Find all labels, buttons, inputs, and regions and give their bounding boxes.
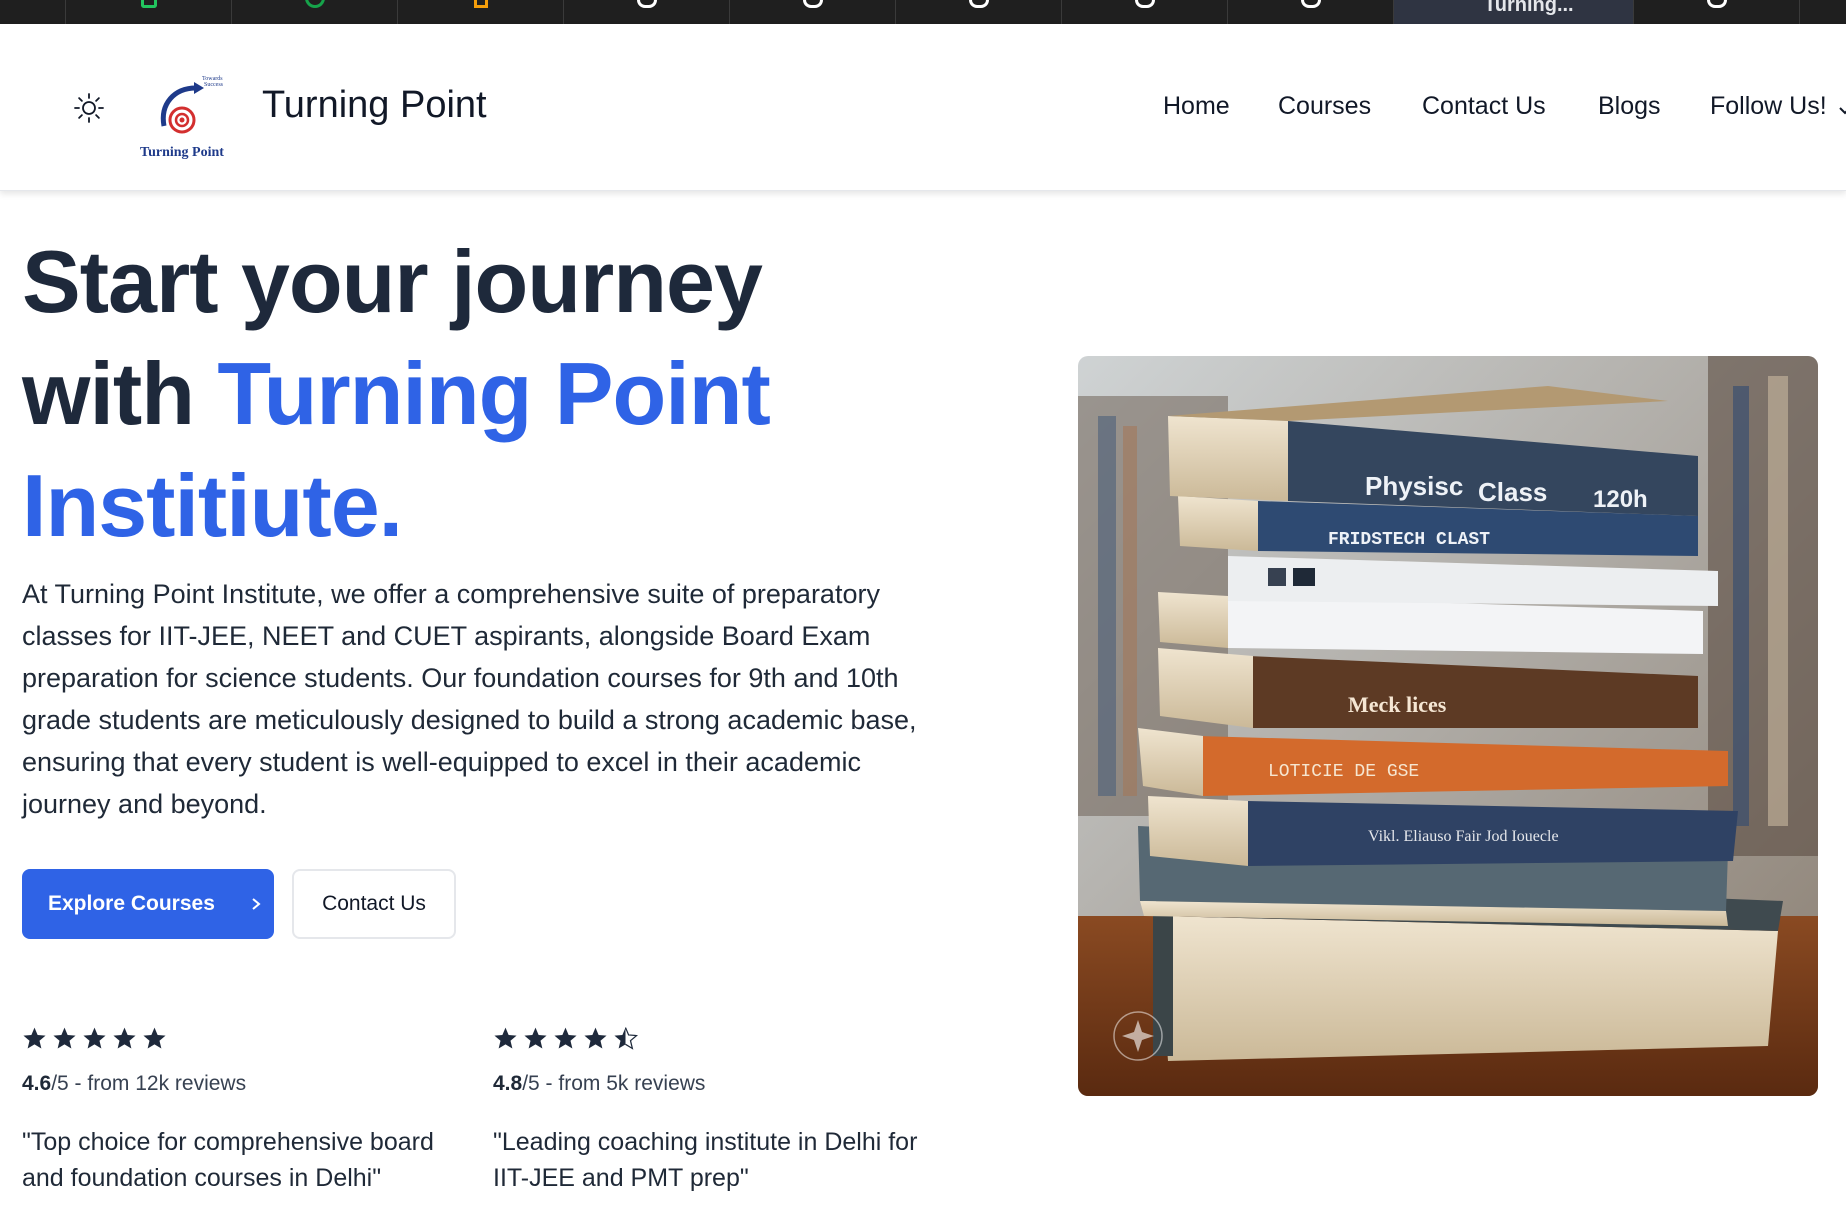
site-title[interactable]: Turning Point <box>262 84 487 127</box>
star-icon <box>584 1027 607 1049</box>
hero-books-image: Vikl. Eliauso Fair Jod Iouecle LOTICIE D… <box>1078 356 1818 1096</box>
hero-title-line2-prefix: with <box>22 344 218 443</box>
rating-summary: 4.6/5 - from 12k reviews <box>22 1072 482 1096</box>
nav-courses[interactable]: Courses <box>1278 92 1371 121</box>
browser-tab[interactable] <box>1228 0 1394 24</box>
book-spine-label: FRIDSTECH CLAST <box>1328 530 1490 550</box>
browser-tab[interactable] <box>66 0 232 24</box>
book-spine-label: Physisc <box>1365 471 1463 501</box>
book-spine-label: LOTICIE DE GSE <box>1268 762 1419 782</box>
star-icon <box>23 1027 46 1049</box>
tab-favicon-icon <box>968 0 989 8</box>
explore-courses-button[interactable]: Explore Courses <box>22 869 274 939</box>
star-icon <box>143 1027 166 1049</box>
browser-tab[interactable] <box>398 0 564 24</box>
review-block: 4.6/5 - from 12k reviews "Top choice for… <box>22 1026 482 1196</box>
contact-us-label: Contact Us <box>322 892 426 915</box>
browser-tab-title: Turning... <box>1484 0 1574 16</box>
hero-title-line1: Start your journey <box>22 232 763 331</box>
rating-source: - from 12k reviews <box>68 1072 247 1095</box>
book-spine-label: Class <box>1478 477 1547 507</box>
tab-favicon-icon <box>473 0 488 8</box>
review-quote: "Leading coaching institute in Delhi for… <box>493 1128 918 1192</box>
tab-favicon-icon <box>140 0 157 8</box>
review-quote: "Top choice for comprehensive board and … <box>22 1128 434 1192</box>
browser-tab-strip: Turning... <box>0 0 1846 24</box>
book-spine-label: Vikl. Eliauso Fair Jod Iouecle <box>1368 828 1559 845</box>
rating-value: 4.8 <box>493 1072 523 1095</box>
star-icon <box>524 1027 547 1049</box>
rating-value: 4.6 <box>22 1072 52 1095</box>
star-icon <box>83 1027 106 1049</box>
browser-tab[interactable] <box>232 0 398 24</box>
browser-tab[interactable] <box>1634 0 1800 24</box>
browser-tab[interactable] <box>564 0 730 24</box>
browser-tab-active[interactable]: Turning... <box>1394 0 1634 24</box>
sun-icon[interactable] <box>73 92 105 124</box>
tab-favicon-icon <box>802 0 823 8</box>
hero-description: At Turning Point Institute, we offer a c… <box>22 579 917 819</box>
tab-favicon-icon <box>1134 0 1155 8</box>
tab-favicon-icon <box>304 0 325 8</box>
star-icon <box>113 1027 136 1049</box>
nav-home[interactable]: Home <box>1163 92 1230 121</box>
tab-favicon-icon <box>1706 0 1727 8</box>
hero-title-highlight: Turning Point <box>217 344 770 443</box>
star-icon <box>554 1027 577 1049</box>
nav-follow-us[interactable]: Follow Us! <box>1710 92 1827 121</box>
rating-summary: 4.8/5 - from 5k reviews <box>493 1072 953 1096</box>
browser-tab[interactable] <box>1062 0 1228 24</box>
hero-title: Start your journey with Turning Point In… <box>22 226 771 562</box>
contact-us-button[interactable]: Contact Us <box>292 869 456 939</box>
browser-tab[interactable] <box>896 0 1062 24</box>
star-rating <box>493 1026 953 1054</box>
browser-tab[interactable] <box>730 0 896 24</box>
tab-favicon-icon <box>636 0 657 8</box>
book-spine-label: Meck lices <box>1348 692 1447 717</box>
rating-scale: /5 <box>51 1072 69 1095</box>
nav-blogs[interactable]: Blogs <box>1598 92 1661 121</box>
chevron-right-icon <box>252 898 261 910</box>
star-icon <box>53 1027 76 1049</box>
nav-contact-us[interactable]: Contact Us <box>1422 92 1546 121</box>
star-rating <box>22 1026 482 1054</box>
turning-point-logo[interactable]: Towards Success Turning Point <box>134 68 230 164</box>
svg-text:Success: Success <box>204 82 224 88</box>
book-spine-label: 120h <box>1593 486 1648 513</box>
svg-text:Turning Point: Turning Point <box>140 145 224 160</box>
stacked-books-illustration: Vikl. Eliauso Fair Jod Iouecle LOTICIE D… <box>1078 356 1818 1096</box>
star-half-icon <box>614 1027 638 1050</box>
chevron-down-icon[interactable] <box>1838 104 1846 118</box>
explore-courses-label: Explore Courses <box>48 892 215 915</box>
site-header: Towards Success Turning Point Turning Po… <box>0 24 1846 191</box>
browser-tab[interactable] <box>0 0 66 24</box>
rating-source: - from 5k reviews <box>539 1072 706 1095</box>
review-block: 4.8/5 - from 5k reviews "Leading coachin… <box>493 1026 953 1196</box>
tab-favicon-icon <box>1300 0 1321 8</box>
rating-scale: /5 <box>522 1072 540 1095</box>
hero-title-line3: Institiute. <box>22 456 403 555</box>
star-icon <box>494 1027 517 1049</box>
